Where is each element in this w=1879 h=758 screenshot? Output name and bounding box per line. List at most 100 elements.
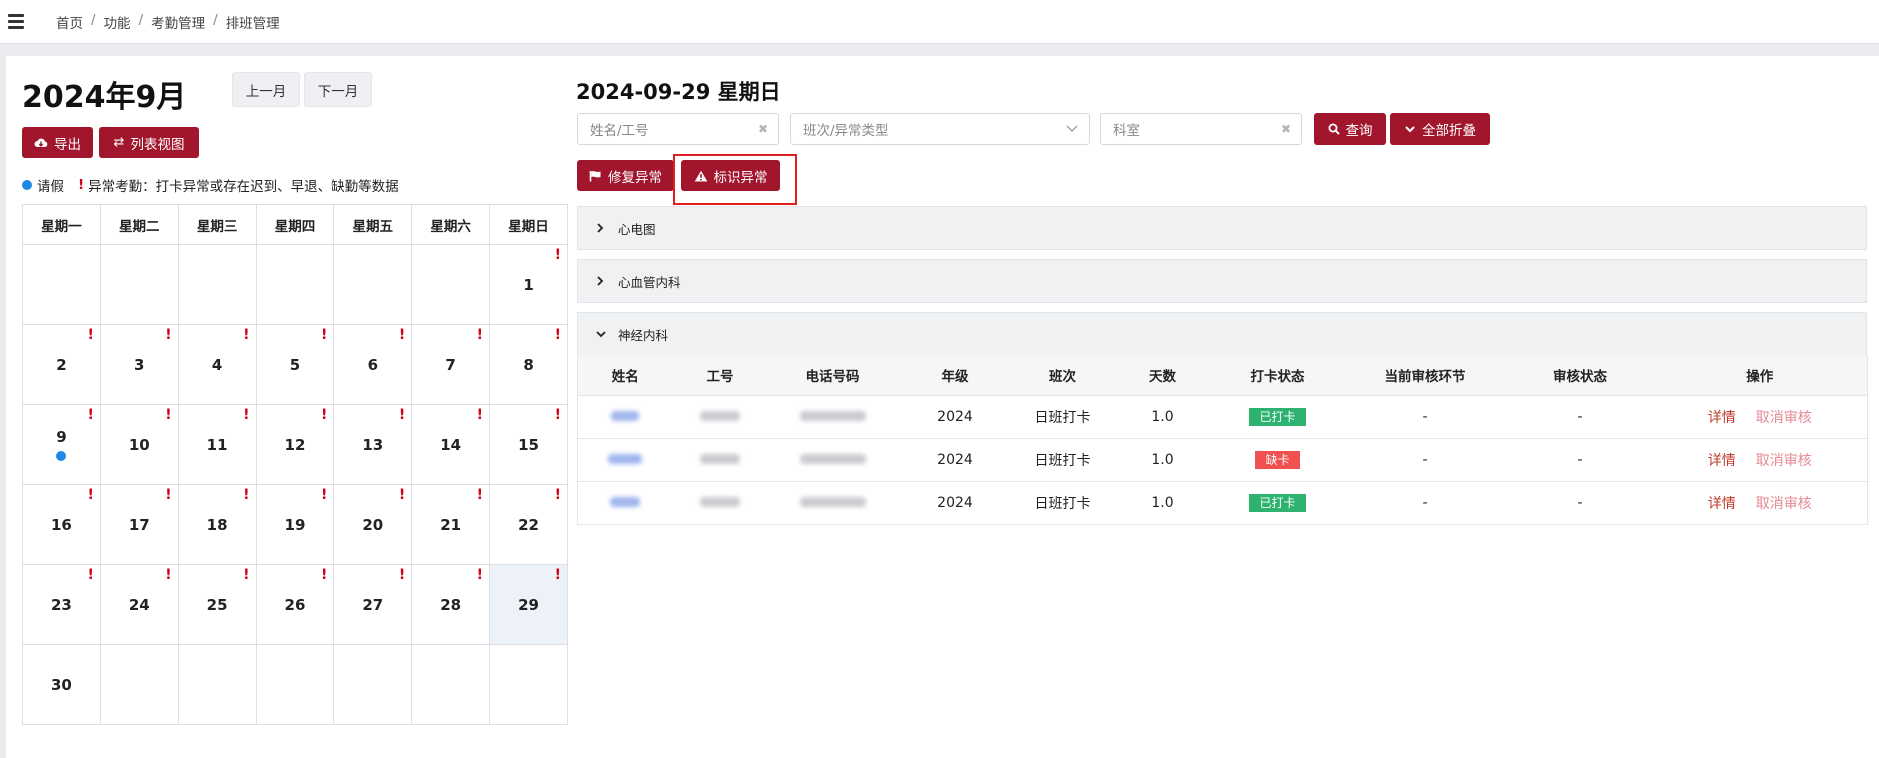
calendar-day[interactable]: 7! — [411, 324, 491, 405]
calendar-day[interactable]: 9! — [22, 404, 101, 485]
calendar-week: 2! 3! 4! 5! 6! 7! 8! — [22, 324, 568, 405]
calendar-day[interactable]: 21! — [411, 484, 491, 565]
calendar-day[interactable]: 27! — [333, 564, 413, 645]
table-cell: 1.0 — [1112, 481, 1213, 525]
breadcrumb-schedule: 排班管理 — [225, 15, 280, 32]
calendar-week: 30 — [22, 644, 568, 725]
legend-leave: 请假 — [37, 179, 64, 195]
day-number: 23 — [50, 595, 72, 614]
calendar-day[interactable]: 5! — [255, 324, 335, 405]
calendar-empty-cell — [22, 244, 101, 325]
punch-status-badge: 已打卡 — [1249, 407, 1306, 426]
calendar-day[interactable]: 14! — [411, 404, 491, 485]
cancel-review-link[interactable]: 取消审核 — [1756, 453, 1812, 469]
calendar-day[interactable]: 23! — [22, 564, 101, 645]
fix-abnormal-label: 修复异常 — [608, 169, 662, 186]
list-view-button[interactable]: ⇄ 列表视图 — [99, 127, 199, 158]
department-input[interactable]: 科室 ✖ — [1100, 113, 1302, 145]
export-button[interactable]: 导出 — [22, 127, 93, 158]
calendar-day[interactable]: 29! — [489, 564, 568, 645]
grade-cell: 2024 — [937, 494, 973, 511]
table-cell: 日班打卡 — [1012, 438, 1113, 482]
review-status-cell: - — [1577, 494, 1583, 511]
calendar-day[interactable]: 13! — [333, 404, 413, 485]
next-month-button[interactable]: 下一月 — [304, 72, 372, 107]
collapse-all-button[interactable]: 全部折叠 — [1390, 113, 1490, 145]
calendar-day[interactable]: 25! — [177, 564, 257, 645]
calendar-day[interactable]: 1! — [489, 244, 568, 325]
day-number: 2 — [56, 355, 67, 374]
table-cell: 日班打卡 — [1012, 481, 1113, 525]
calendar-day[interactable]: 8! — [489, 324, 568, 405]
breadcrumb-attendance[interactable]: 考勤管理 — [151, 12, 205, 32]
table-cell: 1.0 — [1112, 395, 1213, 439]
calendar-day[interactable]: 26! — [255, 564, 335, 645]
section-ecg[interactable]: 心电图 — [577, 206, 1867, 250]
detail-link[interactable]: 详情 — [1708, 410, 1736, 426]
clear-icon[interactable]: ✖ — [758, 122, 768, 136]
table-cell: 详情 取消审核 — [1652, 395, 1868, 439]
calendar-day[interactable]: 3! — [99, 324, 179, 405]
calendar-day[interactable]: 16! — [22, 484, 101, 565]
name-search-input[interactable]: 姓名/工号 ✖ — [577, 113, 779, 145]
type-select[interactable]: 班次/异常类型 — [790, 113, 1090, 145]
abnormal-mark-icon: ! — [165, 487, 172, 503]
day-number: 24 — [128, 595, 150, 614]
calendar-day[interactable]: 2! — [22, 324, 101, 405]
employee-name-redacted[interactable] — [608, 453, 643, 464]
table-cell — [767, 481, 898, 525]
table-cell: 详情 取消审核 — [1652, 481, 1868, 525]
calendar-day[interactable]: 30 — [22, 644, 101, 725]
menu-icon[interactable] — [2, 0, 30, 44]
employee-name-redacted[interactable] — [611, 410, 640, 421]
prev-month-button[interactable]: 上一月 — [232, 72, 300, 107]
calendar-day[interactable]: 10! — [99, 404, 179, 485]
breadcrumb-functions[interactable]: 功能 — [104, 12, 131, 32]
weekday-header: 星期一 — [22, 204, 101, 245]
weekday-header: 星期三 — [177, 204, 257, 245]
detail-link[interactable]: 详情 — [1708, 453, 1736, 469]
month-title: 2024年9月 — [22, 80, 187, 115]
abnormal-mark-icon: ! — [398, 487, 406, 503]
fix-abnormal-button[interactable]: 修复异常 — [577, 160, 674, 191]
calendar-empty-cell — [411, 244, 491, 325]
cancel-review-link[interactable]: 取消审核 — [1756, 410, 1812, 426]
abnormal-mark-icon: ! — [165, 407, 172, 423]
weekday-header: 星期五 — [333, 204, 413, 245]
month-calendar: 星期一 星期二 星期三 星期四 星期五 星期六 星期日 1! 2! 3! 4! 5! 6!… — [22, 204, 568, 725]
column-header: 操作 — [1652, 355, 1868, 396]
calendar-day[interactable]: 18! — [177, 484, 257, 565]
chevron-right-icon — [596, 223, 610, 233]
department-placeholder: 科室 — [1113, 123, 1140, 139]
calendar-day[interactable]: 24! — [99, 564, 179, 645]
shift-cell: 日班打卡 — [1034, 495, 1091, 512]
clear-icon[interactable]: ✖ — [1281, 122, 1291, 136]
day-number: 15 — [518, 435, 539, 454]
table-cell: 1.0 — [1112, 438, 1213, 482]
breadcrumb-home[interactable]: 首页 — [56, 12, 83, 32]
column-header: 工号 — [672, 355, 768, 396]
table-cell: 2024 — [897, 481, 1013, 525]
detail-link[interactable]: 详情 — [1708, 496, 1736, 512]
day-number: 27 — [362, 595, 384, 614]
query-button[interactable]: 查询 — [1314, 113, 1386, 145]
section-cardiology[interactable]: 心血管内科 — [577, 259, 1867, 303]
table-cell — [577, 395, 673, 439]
calendar-day[interactable]: 20! — [333, 484, 413, 565]
calendar-day[interactable]: 17! — [99, 484, 179, 565]
calendar-day[interactable]: 19! — [255, 484, 335, 565]
abnormal-mark-icon: ! — [243, 407, 250, 423]
calendar-day[interactable]: 11! — [177, 404, 257, 485]
calendar-day[interactable]: 6! — [333, 324, 413, 405]
calendar-day[interactable]: 28! — [411, 564, 491, 645]
cancel-review-link[interactable]: 取消审核 — [1756, 496, 1812, 512]
abnormal-mark-icon: ! — [554, 327, 561, 343]
calendar-day[interactable]: 15! — [489, 404, 568, 485]
employee-name-redacted[interactable] — [610, 496, 641, 507]
table-cell: - — [1342, 481, 1508, 525]
calendar-day[interactable]: 4! — [177, 324, 257, 405]
calendar-day[interactable]: 22! — [489, 484, 568, 565]
abnormal-mark-icon: ! — [320, 567, 328, 583]
calendar-day[interactable]: 12! — [255, 404, 335, 485]
section-neurology[interactable]: 神经内科 — [577, 312, 1867, 356]
